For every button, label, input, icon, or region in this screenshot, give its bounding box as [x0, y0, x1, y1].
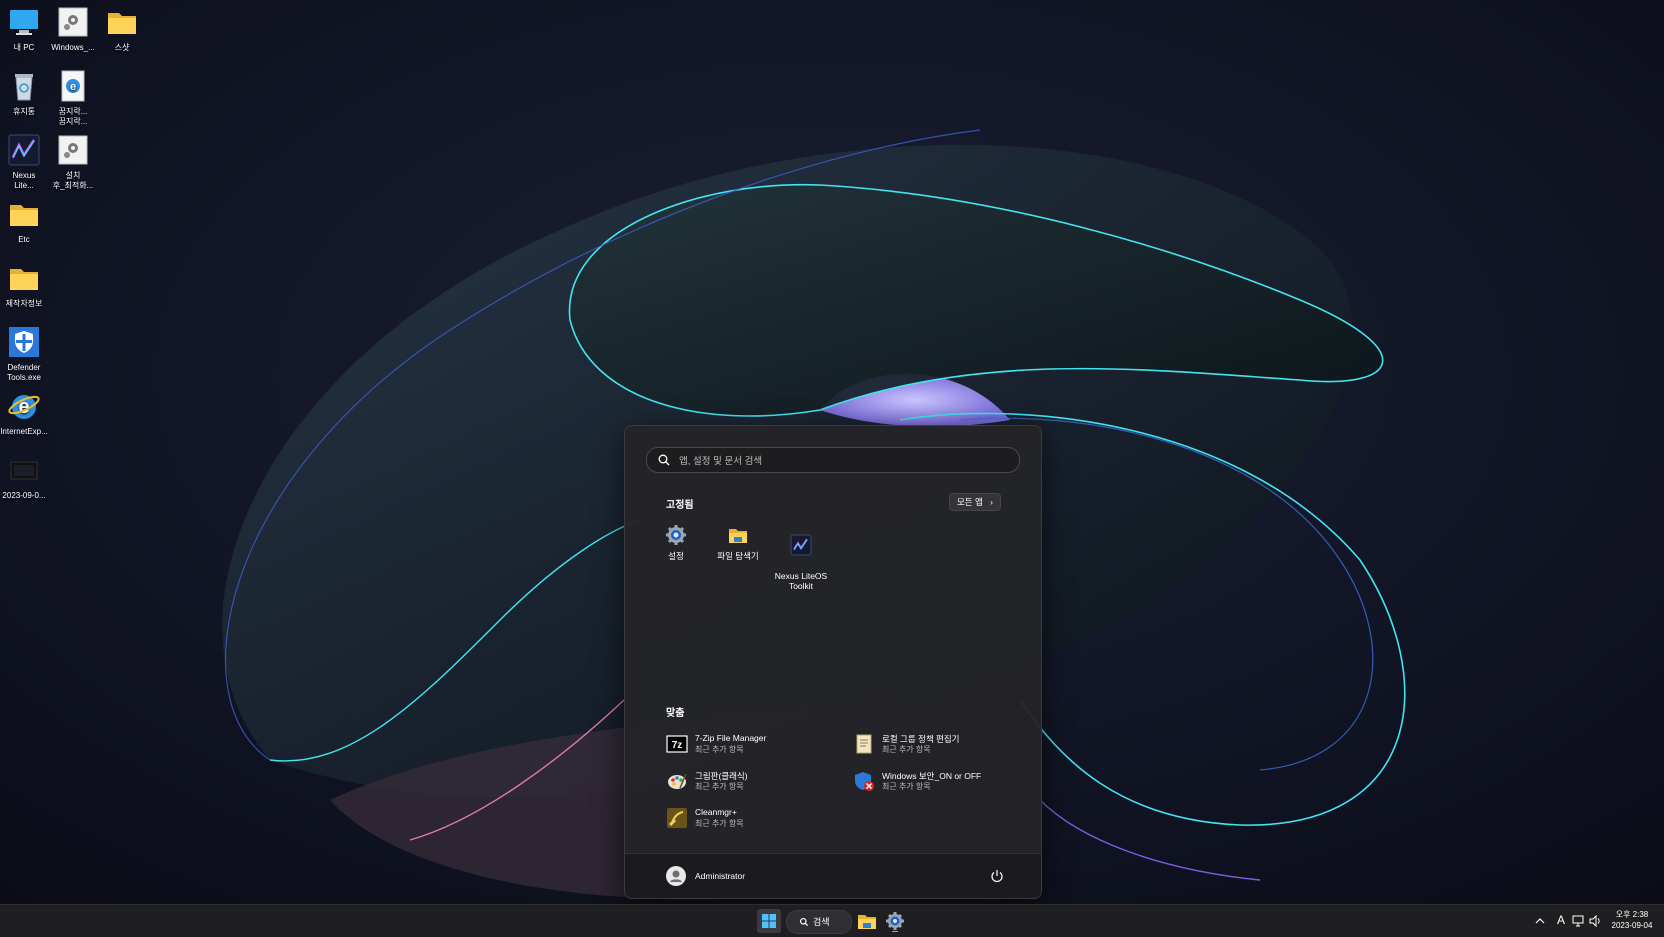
desktop-icon[interactable]: Etc — [0, 197, 52, 245]
start-search-box[interactable] — [646, 447, 1020, 473]
taskbar-search-button[interactable]: 검색 — [786, 910, 852, 934]
desktop-icon-label: 꿈지락... 꿈지락... — [58, 107, 88, 126]
file-explorer-icon — [729, 529, 747, 543]
all-apps-label: 모든 앱 — [956, 497, 983, 507]
pinned-app-label: 설정 — [668, 551, 684, 561]
taskbar-search-label: 검색 — [813, 917, 830, 927]
clock-time: 오후 2:38 — [1615, 910, 1649, 919]
desktop-icon-label: 2023-09-0... — [2, 491, 46, 500]
desktop-icon[interactable]: 스샷 — [94, 5, 150, 53]
desktop-icon[interactable]: Windows_... — [45, 5, 101, 53]
desktop-icon-label: 제작자정보 — [5, 299, 43, 308]
desktop-icon[interactable]: 제작자정보 — [0, 261, 52, 309]
recommended-item-subtitle: 최근 추가 항목 — [695, 745, 744, 754]
pinned-app-settings[interactable]: 설정 — [644, 524, 708, 561]
recommended-item-cleanmgr[interactable]: Cleanmgr+ 최근 추가 항목 — [666, 803, 846, 833]
gear-shortcut-icon — [58, 135, 88, 165]
folder-icon — [108, 13, 136, 34]
recommended-item-paint[interactable]: 그림판(클래식) 최근 추가 항목 — [666, 766, 846, 796]
svg-text:7z: 7z — [672, 740, 683, 751]
recommended-item-name: Cleanmgr+ — [695, 807, 737, 817]
desktop-icon[interactable]: e InternetExp... — [0, 389, 52, 437]
pinned-app-label: Nexus LiteOS Toolkit — [774, 571, 828, 591]
clock-date: 2023-09-04 — [1611, 921, 1653, 930]
nexus-lite-icon — [8, 134, 40, 166]
gear-shortcut-icon — [58, 7, 88, 37]
internet-explorer-doc-icon: e — [61, 70, 85, 102]
recommended-item-name: 7-Zip File Manager — [695, 733, 767, 743]
search-input[interactable] — [677, 451, 1011, 471]
folder-icon — [10, 269, 38, 290]
pinned-section-title: 고정됨 — [666, 500, 694, 511]
windows-security-icon — [855, 772, 874, 791]
settings-gear-icon[interactable] — [884, 909, 906, 933]
desktop-icon-label: Etc — [18, 235, 30, 244]
pinned-app-file-explorer[interactable]: 파일 탐색기 — [706, 524, 770, 561]
volume-icon[interactable] — [1588, 914, 1602, 928]
user-name[interactable]: Administrator — [695, 871, 745, 881]
search-icon — [658, 454, 670, 466]
folder-icon — [10, 205, 38, 226]
recommended-item-subtitle: 최근 추가 항목 — [882, 782, 931, 791]
7zip-icon: 7z — [666, 735, 688, 753]
network-icon[interactable] — [1572, 914, 1586, 928]
screenshot-file-icon — [10, 461, 38, 480]
settings-gear-icon — [666, 525, 686, 545]
start-button-windows-icon[interactable] — [757, 909, 781, 933]
recommended-item-windows-security[interactable]: Windows 보안_ON or OFF 최근 추가 항목 — [853, 766, 1033, 796]
internet-explorer-icon: e — [8, 395, 40, 419]
desktop-icon[interactable]: 2023-09-0... — [0, 453, 52, 501]
defender-shield-icon — [9, 327, 39, 357]
desktop-icon[interactable]: 설치 후_최적화... — [45, 133, 101, 191]
taskbar-clock[interactable]: 오후 2:38 2023-09-04 — [1604, 909, 1660, 931]
user-avatar-icon[interactable] — [666, 866, 686, 886]
cleanmgr-icon — [667, 808, 687, 828]
recommended-item-subtitle: 최근 추가 항목 — [882, 745, 931, 754]
desktop-icon-label: 설치 후_최적화... — [52, 171, 94, 190]
desktop-icon-label: 스샷 — [114, 43, 130, 52]
ime-indicator[interactable]: A — [1557, 913, 1565, 927]
all-apps-button[interactable]: 모든 앱 › — [949, 493, 1001, 511]
recommended-item-subtitle: 최근 추가 항목 — [695, 819, 744, 828]
recommended-item-group-policy[interactable]: 로컬 그룹 정책 편집기 최근 추가 항목 — [853, 729, 1033, 759]
pinned-app-label: 파일 탐색기 — [717, 551, 759, 561]
pinned-app-nexus-liteos-toolkit[interactable]: Nexus LiteOS Toolkit — [769, 524, 833, 591]
start-menu: 고정됨 모든 앱 › 설정 파일 탐색기 Nexus LiteOS — [624, 425, 1042, 899]
svg-text:e: e — [70, 81, 76, 93]
desktop-icon[interactable]: e 꿈지락... 꿈지락... — [45, 69, 101, 127]
policy-editor-icon — [856, 734, 872, 754]
monitor-icon — [10, 10, 38, 35]
recommended-item-subtitle: 최근 추가 항목 — [695, 782, 744, 791]
paint-icon — [668, 773, 687, 789]
chevron-right-icon: › — [990, 497, 994, 507]
file-explorer-icon[interactable] — [856, 909, 878, 933]
desktop-icon-label: Windows_... — [51, 43, 95, 52]
desktop-icon-label: Defender Tools.exe — [7, 363, 41, 382]
search-icon — [800, 918, 809, 927]
recommended-item-7zip[interactable]: 7z 7-Zip File Manager 최근 추가 항목 — [666, 729, 846, 759]
start-user-bar: Administrator — [625, 853, 1041, 898]
desktop-icon-label: InternetExp... — [0, 427, 48, 436]
recommended-section-title: 맞춤 — [666, 708, 685, 719]
power-icon[interactable] — [989, 868, 1005, 884]
taskbar: 검색 A 오후 2:38 2023-09-04 — [0, 904, 1664, 937]
chevron-up-icon[interactable] — [1535, 916, 1545, 926]
recycle-bin-icon — [15, 74, 33, 101]
nexus-lite-icon — [790, 534, 812, 556]
desktop-icon[interactable]: Defender Tools.exe — [0, 325, 52, 383]
